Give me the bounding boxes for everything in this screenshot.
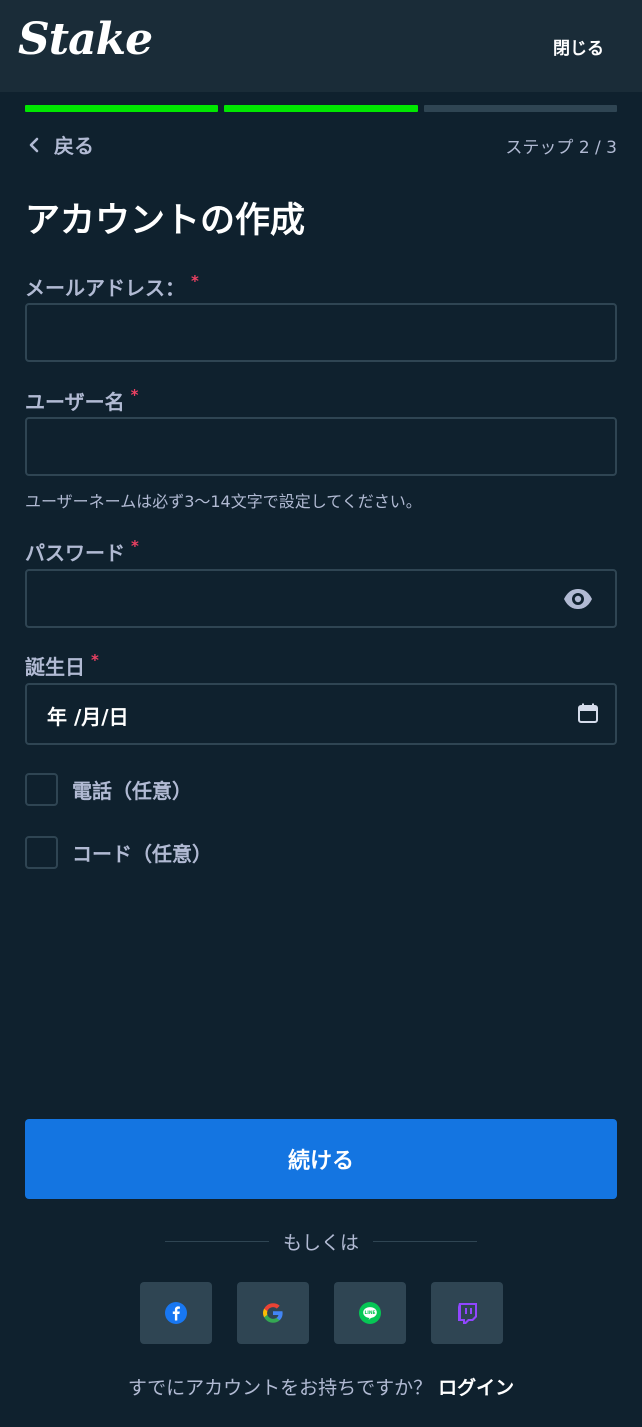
progress-segment-1 <box>25 105 219 112</box>
email-field[interactable] <box>27 305 615 360</box>
continue-button[interactable]: 続ける <box>25 1119 617 1199</box>
divider-text: もしくは <box>283 1232 360 1254</box>
facebook-icon <box>165 1302 187 1324</box>
calendar-icon[interactable] <box>577 702 599 724</box>
twitch-icon <box>458 1303 477 1324</box>
step-indicator: ステップ 2 / 3 <box>505 138 617 158</box>
login-link[interactable]: ログイン <box>438 1377 514 1399</box>
login-prompt-text: すでにアカウントをお持ちですか？ <box>127 1377 433 1399</box>
birthdate-label: 誕生日 * <box>25 651 99 680</box>
back-button[interactable]: 戻る <box>26 130 94 159</box>
progress-segment-2 <box>224 105 418 112</box>
divider-line <box>165 1241 269 1242</box>
login-prompt: すでにアカウントをお持ちですか？ ログイン <box>0 1373 642 1400</box>
username-label-text: ユーザー名 <box>25 390 125 414</box>
social-login-row: LINE <box>140 1282 503 1344</box>
required-mark: * <box>191 272 199 290</box>
required-mark: * <box>130 386 139 404</box>
close-button[interactable]: 閉じる <box>553 34 604 59</box>
username-label: ユーザー名 * <box>25 386 138 415</box>
page-title: アカウントの作成 <box>25 201 306 241</box>
svg-text:LINE: LINE <box>364 1310 375 1316</box>
or-divider: もしくは <box>165 1228 478 1255</box>
birthdate-field[interactable]: 年 /月/日 <box>25 683 617 745</box>
required-mark: * <box>131 537 139 555</box>
google-icon <box>263 1303 283 1323</box>
code-optional-row[interactable]: コード（任意） <box>25 836 212 869</box>
phone-optional-row[interactable]: 電話（任意） <box>25 773 192 806</box>
top-bar: Stake 閉じる <box>0 0 642 92</box>
step-progress-bar <box>25 105 617 112</box>
required-mark: * <box>91 651 99 669</box>
username-hint: ユーザーネームは必ず3〜14文字で設定してください。 <box>25 492 422 511</box>
divider-line <box>373 1241 478 1242</box>
line-login-button[interactable]: LINE <box>334 1282 406 1344</box>
progress-segment-3 <box>423 105 617 112</box>
username-field[interactable] <box>27 419 615 474</box>
birthdate-label-text: 誕生日 <box>25 655 85 679</box>
birthdate-value: 年 /月/日 <box>47 705 129 729</box>
password-label-text: パスワード <box>25 541 125 565</box>
email-label-text: メールアドレス： <box>25 276 185 300</box>
facebook-login-button[interactable] <box>140 1282 212 1344</box>
phone-checkbox-label: 電話（任意） <box>72 779 192 803</box>
email-label: メールアドレス： * <box>25 272 199 301</box>
line-icon: LINE <box>359 1302 381 1324</box>
eye-icon[interactable] <box>563 587 593 611</box>
chevron-left-icon <box>29 137 39 152</box>
code-checkbox[interactable] <box>25 836 58 869</box>
password-field-wrapper <box>25 569 617 628</box>
google-login-button[interactable] <box>237 1282 309 1344</box>
code-checkbox-label: コード（任意） <box>72 842 212 866</box>
password-label: パスワード * <box>25 537 139 566</box>
back-label: 戻る <box>54 134 94 158</box>
phone-checkbox[interactable] <box>25 773 58 806</box>
twitch-login-button[interactable] <box>431 1282 503 1344</box>
email-field-wrapper <box>25 303 617 362</box>
username-field-wrapper <box>25 417 617 476</box>
stake-logo[interactable]: Stake <box>18 14 153 65</box>
password-field[interactable] <box>27 571 615 626</box>
